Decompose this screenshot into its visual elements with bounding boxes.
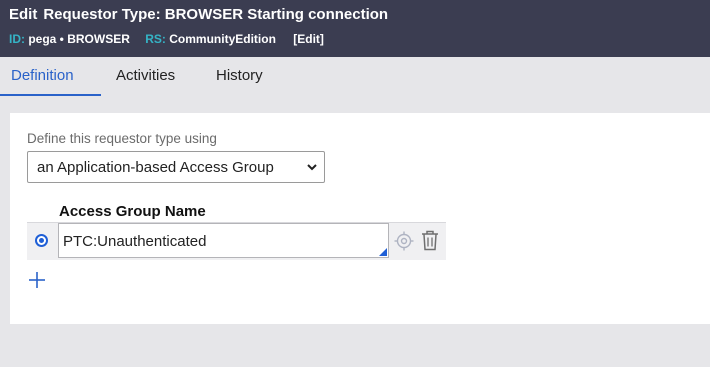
page-title: Edit Requestor Type: BROWSER Starting con…	[9, 6, 388, 23]
tab-definition[interactable]: Definition	[11, 67, 74, 84]
active-tab-indicator	[0, 94, 101, 96]
page-header: Edit Requestor Type: BROWSER Starting con…	[0, 0, 710, 57]
edit-ruleset-link[interactable]: [Edit]	[293, 32, 324, 46]
access-group-value: PTC:Unauthenticated	[63, 233, 207, 250]
autocomplete-corner-marker	[379, 248, 387, 256]
radio-selected-dot	[39, 238, 44, 243]
define-requestor-select[interactable]: an Application-based Access Group	[27, 151, 325, 183]
tab-history[interactable]: History	[216, 67, 263, 84]
define-requestor-select-value: an Application-based Access Group	[37, 159, 274, 176]
rs-label: RS:	[145, 32, 166, 46]
plus-icon[interactable]	[27, 270, 47, 290]
access-group-input[interactable]: PTC:Unauthenticated	[58, 223, 389, 258]
edit-label: Edit	[9, 6, 38, 23]
tab-activities[interactable]: Activities	[116, 67, 175, 84]
trash-icon[interactable]	[421, 230, 439, 251]
id-value: pega • BROWSER	[28, 32, 130, 46]
rs-value: CommunityEdition	[169, 32, 276, 46]
crosshair-icon[interactable]	[394, 231, 414, 251]
rule-metadata: ID: pega • BROWSER RS: CommunityEdition …	[9, 32, 324, 46]
row-default-radio[interactable]	[35, 234, 48, 247]
definition-panel: Define this requestor type using an Appl…	[10, 113, 710, 324]
tab-bar: Definition Activities History	[0, 57, 710, 97]
id-label: ID:	[9, 32, 25, 46]
rule-title: Requestor Type: BROWSER Starting connect…	[43, 6, 389, 23]
define-requestor-label: Define this requestor type using	[27, 131, 217, 146]
chevron-down-icon	[307, 164, 317, 171]
access-group-column-header: Access Group Name	[59, 203, 206, 220]
